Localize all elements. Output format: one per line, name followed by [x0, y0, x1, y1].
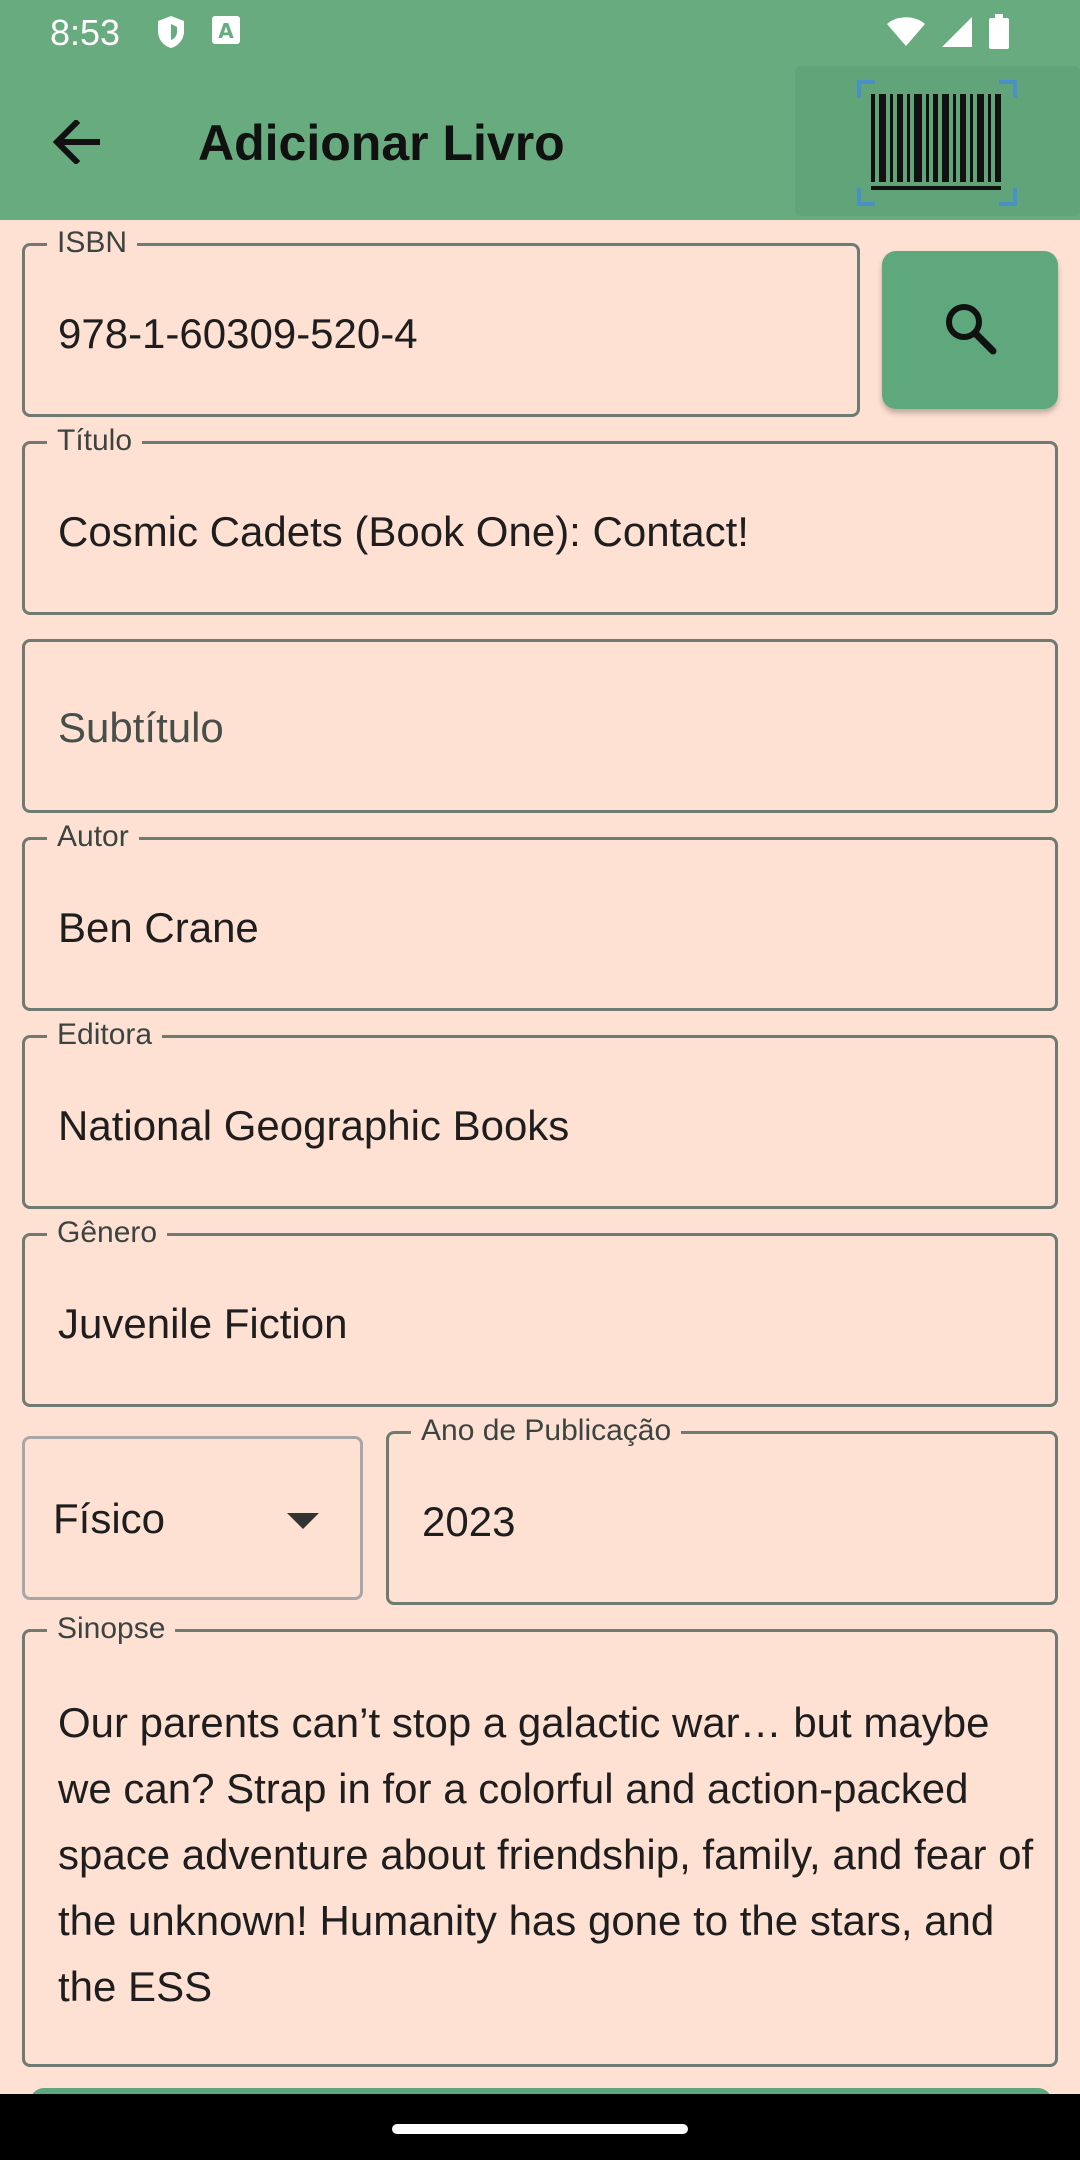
status-time: 8:53 — [50, 12, 121, 53]
arrow-back-icon — [52, 118, 103, 169]
isbn-label: ISBN — [47, 226, 138, 260]
year-value[interactable]: 2023 — [422, 1498, 515, 1546]
home-gesture-handle[interactable] — [392, 2124, 688, 2134]
shield-icon — [155, 14, 187, 55]
author-label: Autor — [47, 820, 139, 854]
signal-icon — [940, 15, 974, 54]
year-field[interactable]: Ano de Publicação 2023 — [386, 1414, 1058, 1605]
year-label: Ano de Publicação — [411, 1414, 682, 1448]
wifi-icon — [886, 16, 926, 53]
synopsis-value[interactable]: Our parents can’t stop a galactic war… b… — [58, 1690, 1038, 2020]
title-field[interactable]: Título Cosmic Cadets (Book One): Contact… — [22, 424, 1058, 615]
page-title: Adicionar Livro — [198, 115, 565, 171]
genre-field[interactable]: Gênero Juvenile Fiction — [22, 1216, 1058, 1407]
publisher-label: Editora — [47, 1018, 163, 1052]
genre-label: Gênero — [47, 1216, 168, 1250]
author-value[interactable]: Ben Crane — [58, 904, 259, 952]
publisher-value[interactable]: National Geographic Books — [58, 1102, 569, 1150]
font-a-icon: A — [211, 14, 241, 55]
barcode-scan-button[interactable] — [795, 66, 1080, 216]
app-bar: Adicionar Livro — [0, 66, 1080, 220]
battery-icon — [988, 14, 1010, 55]
publisher-field[interactable]: Editora National Geographic Books — [22, 1018, 1058, 1209]
svg-text:A: A — [218, 19, 234, 43]
search-icon — [942, 300, 998, 361]
author-field[interactable]: Autor Ben Crane — [22, 820, 1058, 1011]
genre-value[interactable]: Juvenile Fiction — [58, 1300, 347, 1348]
title-label: Título — [47, 424, 143, 458]
isbn-value[interactable]: 978-1-60309-520-4 — [58, 310, 418, 358]
synopsis-field[interactable]: Sinopse Our parents can’t stop a galacti… — [22, 1612, 1058, 2067]
title-value[interactable]: Cosmic Cadets (Book One): Contact! — [58, 508, 749, 556]
format-dropdown[interactable]: Físico — [22, 1436, 363, 1600]
subtitle-placeholder[interactable]: Subtítulo — [58, 704, 224, 752]
subtitle-field[interactable]: Subtítulo — [22, 639, 1058, 813]
search-isbn-button[interactable] — [882, 251, 1058, 409]
synopsis-label: Sinopse — [47, 1612, 176, 1646]
isbn-field[interactable]: ISBN 978-1-60309-520-4 — [22, 226, 860, 417]
back-button[interactable] — [40, 106, 116, 182]
status-bar: 8:53 A — [0, 0, 1080, 66]
format-value: Físico — [53, 1495, 166, 1542]
dropdown-arrow-icon — [287, 1513, 319, 1529]
